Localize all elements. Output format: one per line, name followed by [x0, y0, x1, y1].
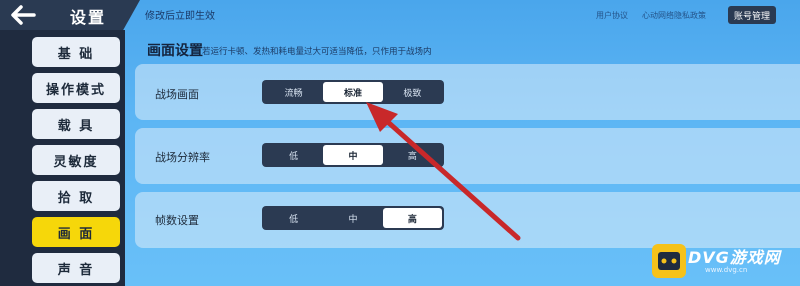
watermark-url: www.dvg.cn [705, 266, 748, 274]
sidebar-item-control-mode[interactable]: 操作模式 [32, 73, 120, 103]
user-agreement-link[interactable]: 用户协议 [596, 10, 628, 21]
back-arrow-icon [11, 5, 36, 25]
sidebar-item-sensitivity[interactable]: 灵敏度 [32, 145, 120, 175]
sidebar-item-pickup[interactable]: 拾 取 [32, 181, 120, 211]
sidebar-item-vehicle[interactable]: 载 具 [32, 109, 120, 139]
privacy-policy-link[interactable]: 心动网络隐私政策 [642, 10, 706, 21]
setting-row-battle-graphics [135, 64, 800, 120]
setting-row-resolution [135, 128, 800, 184]
option-low[interactable]: 低 [264, 145, 323, 165]
option-medium[interactable]: 中 [323, 208, 382, 228]
watermark-brand: DVG游戏网 [688, 248, 781, 267]
battle-graphics-label: 战场画面 [155, 88, 199, 101]
option-smooth[interactable]: 流畅 [264, 82, 323, 102]
section-description: 若运行卡顿、发热和耗电量过大可适当降低，只作用于战场内 [202, 47, 432, 57]
section-title: 画面设置 [147, 43, 203, 59]
option-low[interactable]: 低 [264, 208, 323, 228]
option-ultra[interactable]: 极致 [383, 82, 442, 102]
resolution-selector: 低 中 高 [262, 143, 444, 167]
option-high[interactable]: 高 [382, 208, 442, 228]
frame-rate-selector: 低 中 高 [262, 206, 444, 230]
option-medium[interactable]: 中 [323, 145, 383, 165]
page-title: 设置 [70, 8, 107, 27]
resolution-label: 战场分辨率 [155, 151, 210, 164]
sidebar-item-sound[interactable]: 声 音 [32, 253, 120, 283]
settings-notice: 修改后立即生效 [145, 11, 215, 22]
option-high[interactable]: 高 [383, 145, 442, 165]
frame-rate-label: 帧数设置 [155, 214, 199, 227]
sidebar-item-graphics[interactable]: 画 面 [32, 217, 120, 247]
option-standard[interactable]: 标准 [323, 82, 383, 102]
sidebar-item-basic[interactable]: 基 础 [32, 37, 120, 67]
account-management-button[interactable]: 账号管理 [728, 6, 776, 24]
battle-graphics-selector: 流畅 标准 极致 [262, 80, 444, 104]
top-bar: 设置 修改后立即生效 用户协议 心动网络隐私政策 账号管理 [0, 0, 800, 32]
